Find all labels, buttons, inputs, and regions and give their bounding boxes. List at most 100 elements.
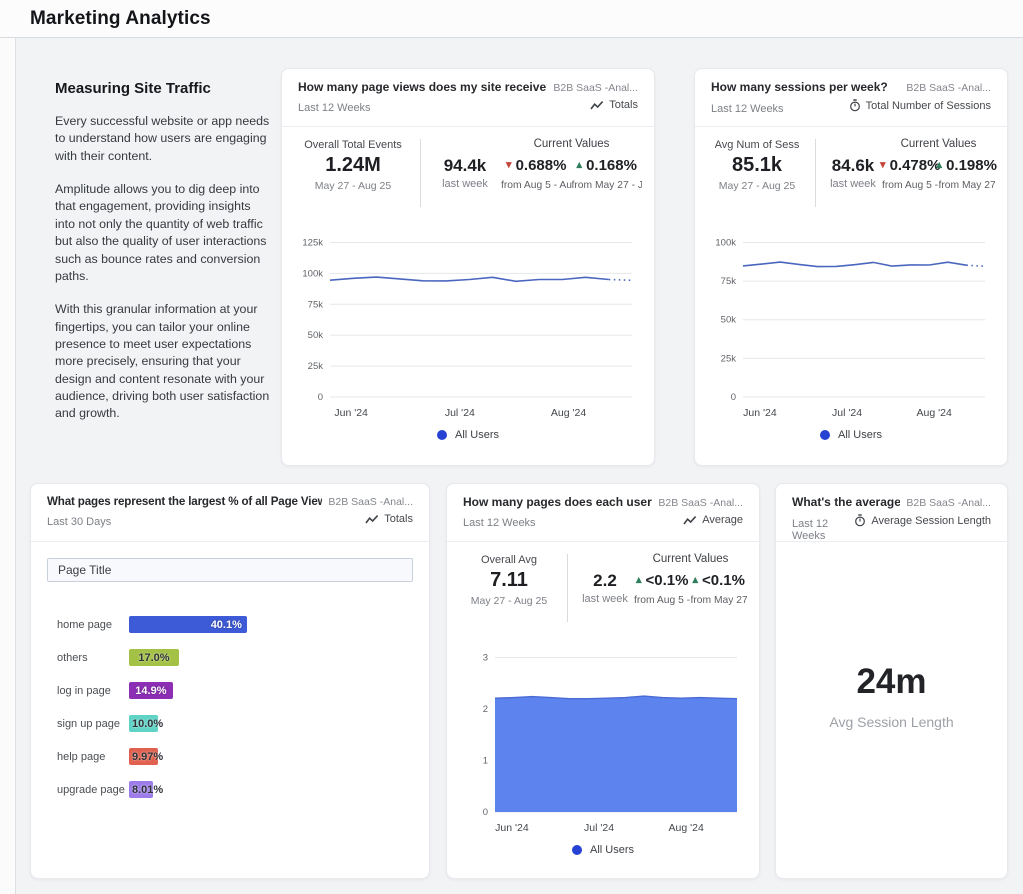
change-value: <0.1% xyxy=(702,572,745,589)
svg-text:125k: 125k xyxy=(302,237,323,248)
svg-text:50k: 50k xyxy=(308,330,324,341)
divider xyxy=(420,139,421,207)
sessions-chart[interactable]: 100k75k50k25k0Jun '24Jul '24Aug '24 xyxy=(707,217,995,423)
svg-text:Jun '24: Jun '24 xyxy=(334,407,368,419)
last-week-label: last week xyxy=(442,178,488,190)
change-arrow-icon: ▴ xyxy=(937,160,943,171)
trend-icon xyxy=(590,100,604,111)
change-arrow-icon: ▾ xyxy=(506,160,512,171)
change-caption: from May 27 - Jun 2 xyxy=(939,180,996,191)
dashboard-page: Marketing Analytics Measuring Site Traff… xyxy=(0,0,1023,894)
legend-all-users[interactable]: All Users xyxy=(695,429,1007,441)
stat-range: May 27 - Aug 25 xyxy=(315,180,391,192)
trend-icon xyxy=(683,515,697,526)
card-title[interactable]: How many sessions per week? xyxy=(711,80,900,94)
date-range-label: Last 12 Weeks xyxy=(463,517,536,529)
current-values-label: Current Values xyxy=(534,138,610,150)
change-caption: from Aug 5 - Aug 11 xyxy=(501,180,572,191)
card-page-views: How many page views does my site receive… xyxy=(281,68,655,466)
stopwatch-icon xyxy=(849,99,861,112)
svg-text:100k: 100k xyxy=(715,237,736,248)
legend-all-users[interactable]: All Users xyxy=(282,429,654,441)
legend-all-users[interactable]: All Users xyxy=(447,844,759,856)
change-value: 0.688% xyxy=(516,157,567,174)
page-header: Marketing Analytics xyxy=(0,0,1023,38)
metric-type: Average Session Length xyxy=(854,514,991,527)
pages-per-user-chart[interactable]: 3210Jun '24Jul '24Aug '24 xyxy=(459,632,747,838)
stat-value: 7.11 xyxy=(490,569,528,592)
last-week-value: 94.4k xyxy=(444,156,487,176)
svg-text:100k: 100k xyxy=(302,268,323,279)
svg-text:Aug '24: Aug '24 xyxy=(917,407,952,419)
source-link[interactable]: B2B SaaS -Anal... xyxy=(328,496,413,508)
table-row: home page 40.1% xyxy=(31,608,429,641)
page-views-chart[interactable]: 125k100k75k50k25k0Jun '24Jul '24Aug '24 xyxy=(294,217,642,423)
source-link[interactable]: B2B SaaS -Anal... xyxy=(553,82,638,94)
stats-row: Overall Avg 7.11 May 27 - Aug 25 2.2 las… xyxy=(447,542,759,628)
table-column-header[interactable]: Page Title xyxy=(47,558,413,582)
metric-type: Totals xyxy=(590,99,638,111)
stats-row: Avg Num of Sess 85.1k May 27 - Aug 25 84… xyxy=(695,127,1007,213)
svg-text:0: 0 xyxy=(483,807,488,818)
card-header: What's the average se... B2B SaaS -Anal.… xyxy=(776,484,1007,542)
svg-text:50k: 50k xyxy=(721,315,737,326)
stats-row: Overall Total Events 1.24M May 27 - Aug … xyxy=(282,127,654,213)
card-title[interactable]: What's the average se... xyxy=(792,495,900,509)
svg-text:Jun '24: Jun '24 xyxy=(743,407,777,419)
bar-home-page[interactable]: 40.1% xyxy=(129,616,247,633)
intro-heading: Measuring Site Traffic xyxy=(55,80,273,97)
svg-text:Aug '24: Aug '24 xyxy=(551,407,586,419)
svg-text:2: 2 xyxy=(483,704,488,715)
bar-sign-up-page[interactable]: 10.0% xyxy=(129,715,158,732)
last-week-value: 2.2 xyxy=(593,571,617,591)
bar-log-in-page[interactable]: 14.9% xyxy=(129,682,173,699)
trend-icon xyxy=(365,514,379,525)
stopwatch-icon xyxy=(854,514,866,527)
divider xyxy=(567,554,568,622)
change-arrow-icon: ▾ xyxy=(880,160,886,171)
intro-paragraph: With this granular information at your f… xyxy=(55,301,273,423)
source-link[interactable]: B2B SaaS -Anal... xyxy=(906,497,991,509)
source-link[interactable]: B2B SaaS -Anal... xyxy=(658,497,743,509)
card-header: What pages represent the largest % of al… xyxy=(31,484,429,542)
source-link[interactable]: B2B SaaS -Anal... xyxy=(906,82,991,94)
table-row: help page 9.97% xyxy=(31,740,429,773)
change-value: 0.198% xyxy=(946,157,997,174)
bar-help-page[interactable]: 9.97% xyxy=(129,748,158,765)
card-title[interactable]: What pages represent the largest % of al… xyxy=(47,495,322,508)
card-title[interactable]: How many page views does my site receive… xyxy=(298,80,547,94)
table-row: log in page 14.9% xyxy=(31,674,429,707)
svg-text:Jul '24: Jul '24 xyxy=(445,407,475,419)
date-range-label: Last 12 Weeks xyxy=(298,102,371,114)
date-range-label: Last 30 Days xyxy=(47,516,111,528)
bar-others[interactable]: 17.0% xyxy=(129,649,179,666)
change-caption: from Aug 5 - Aug 11 xyxy=(634,595,691,606)
svg-text:Jun '24: Jun '24 xyxy=(495,822,529,834)
card-title[interactable]: How many pages does each user view ... xyxy=(463,495,652,509)
svg-text:25k: 25k xyxy=(308,361,324,372)
intro-paragraph: Every successful website or app needs to… xyxy=(55,113,273,165)
stat-label: Overall Avg xyxy=(481,554,537,566)
svg-text:1: 1 xyxy=(483,755,488,766)
row-label: home page xyxy=(57,619,129,631)
svg-text:Jul '24: Jul '24 xyxy=(832,407,862,419)
legend-dot-icon xyxy=(820,430,830,440)
legend-dot-icon xyxy=(437,430,447,440)
intro-panel: Measuring Site Traffic Every successful … xyxy=(55,80,273,439)
row-label: sign up page xyxy=(57,718,129,730)
card-pages-per-user: How many pages does each user view ... B… xyxy=(446,483,760,879)
last-week-label: last week xyxy=(582,593,628,605)
stat-label: Overall Total Events xyxy=(304,139,402,151)
stat-range: May 27 - Aug 25 xyxy=(471,595,547,607)
table-row: others 17.0% xyxy=(31,641,429,674)
svg-text:0: 0 xyxy=(731,392,736,403)
row-label: others xyxy=(57,652,129,664)
bar-upgrade-page[interactable]: 8.01% xyxy=(129,781,153,798)
last-week-label: last week xyxy=(830,178,876,190)
change-arrow-icon: ▴ xyxy=(693,575,699,586)
row-label: upgrade page xyxy=(57,784,129,796)
change-value: 0.478% xyxy=(890,157,941,174)
metric-type: Total Number of Sessions xyxy=(849,99,991,112)
change-arrow-icon: ▴ xyxy=(636,575,642,586)
change-caption: from May 27 - Jun 2 xyxy=(572,180,643,191)
